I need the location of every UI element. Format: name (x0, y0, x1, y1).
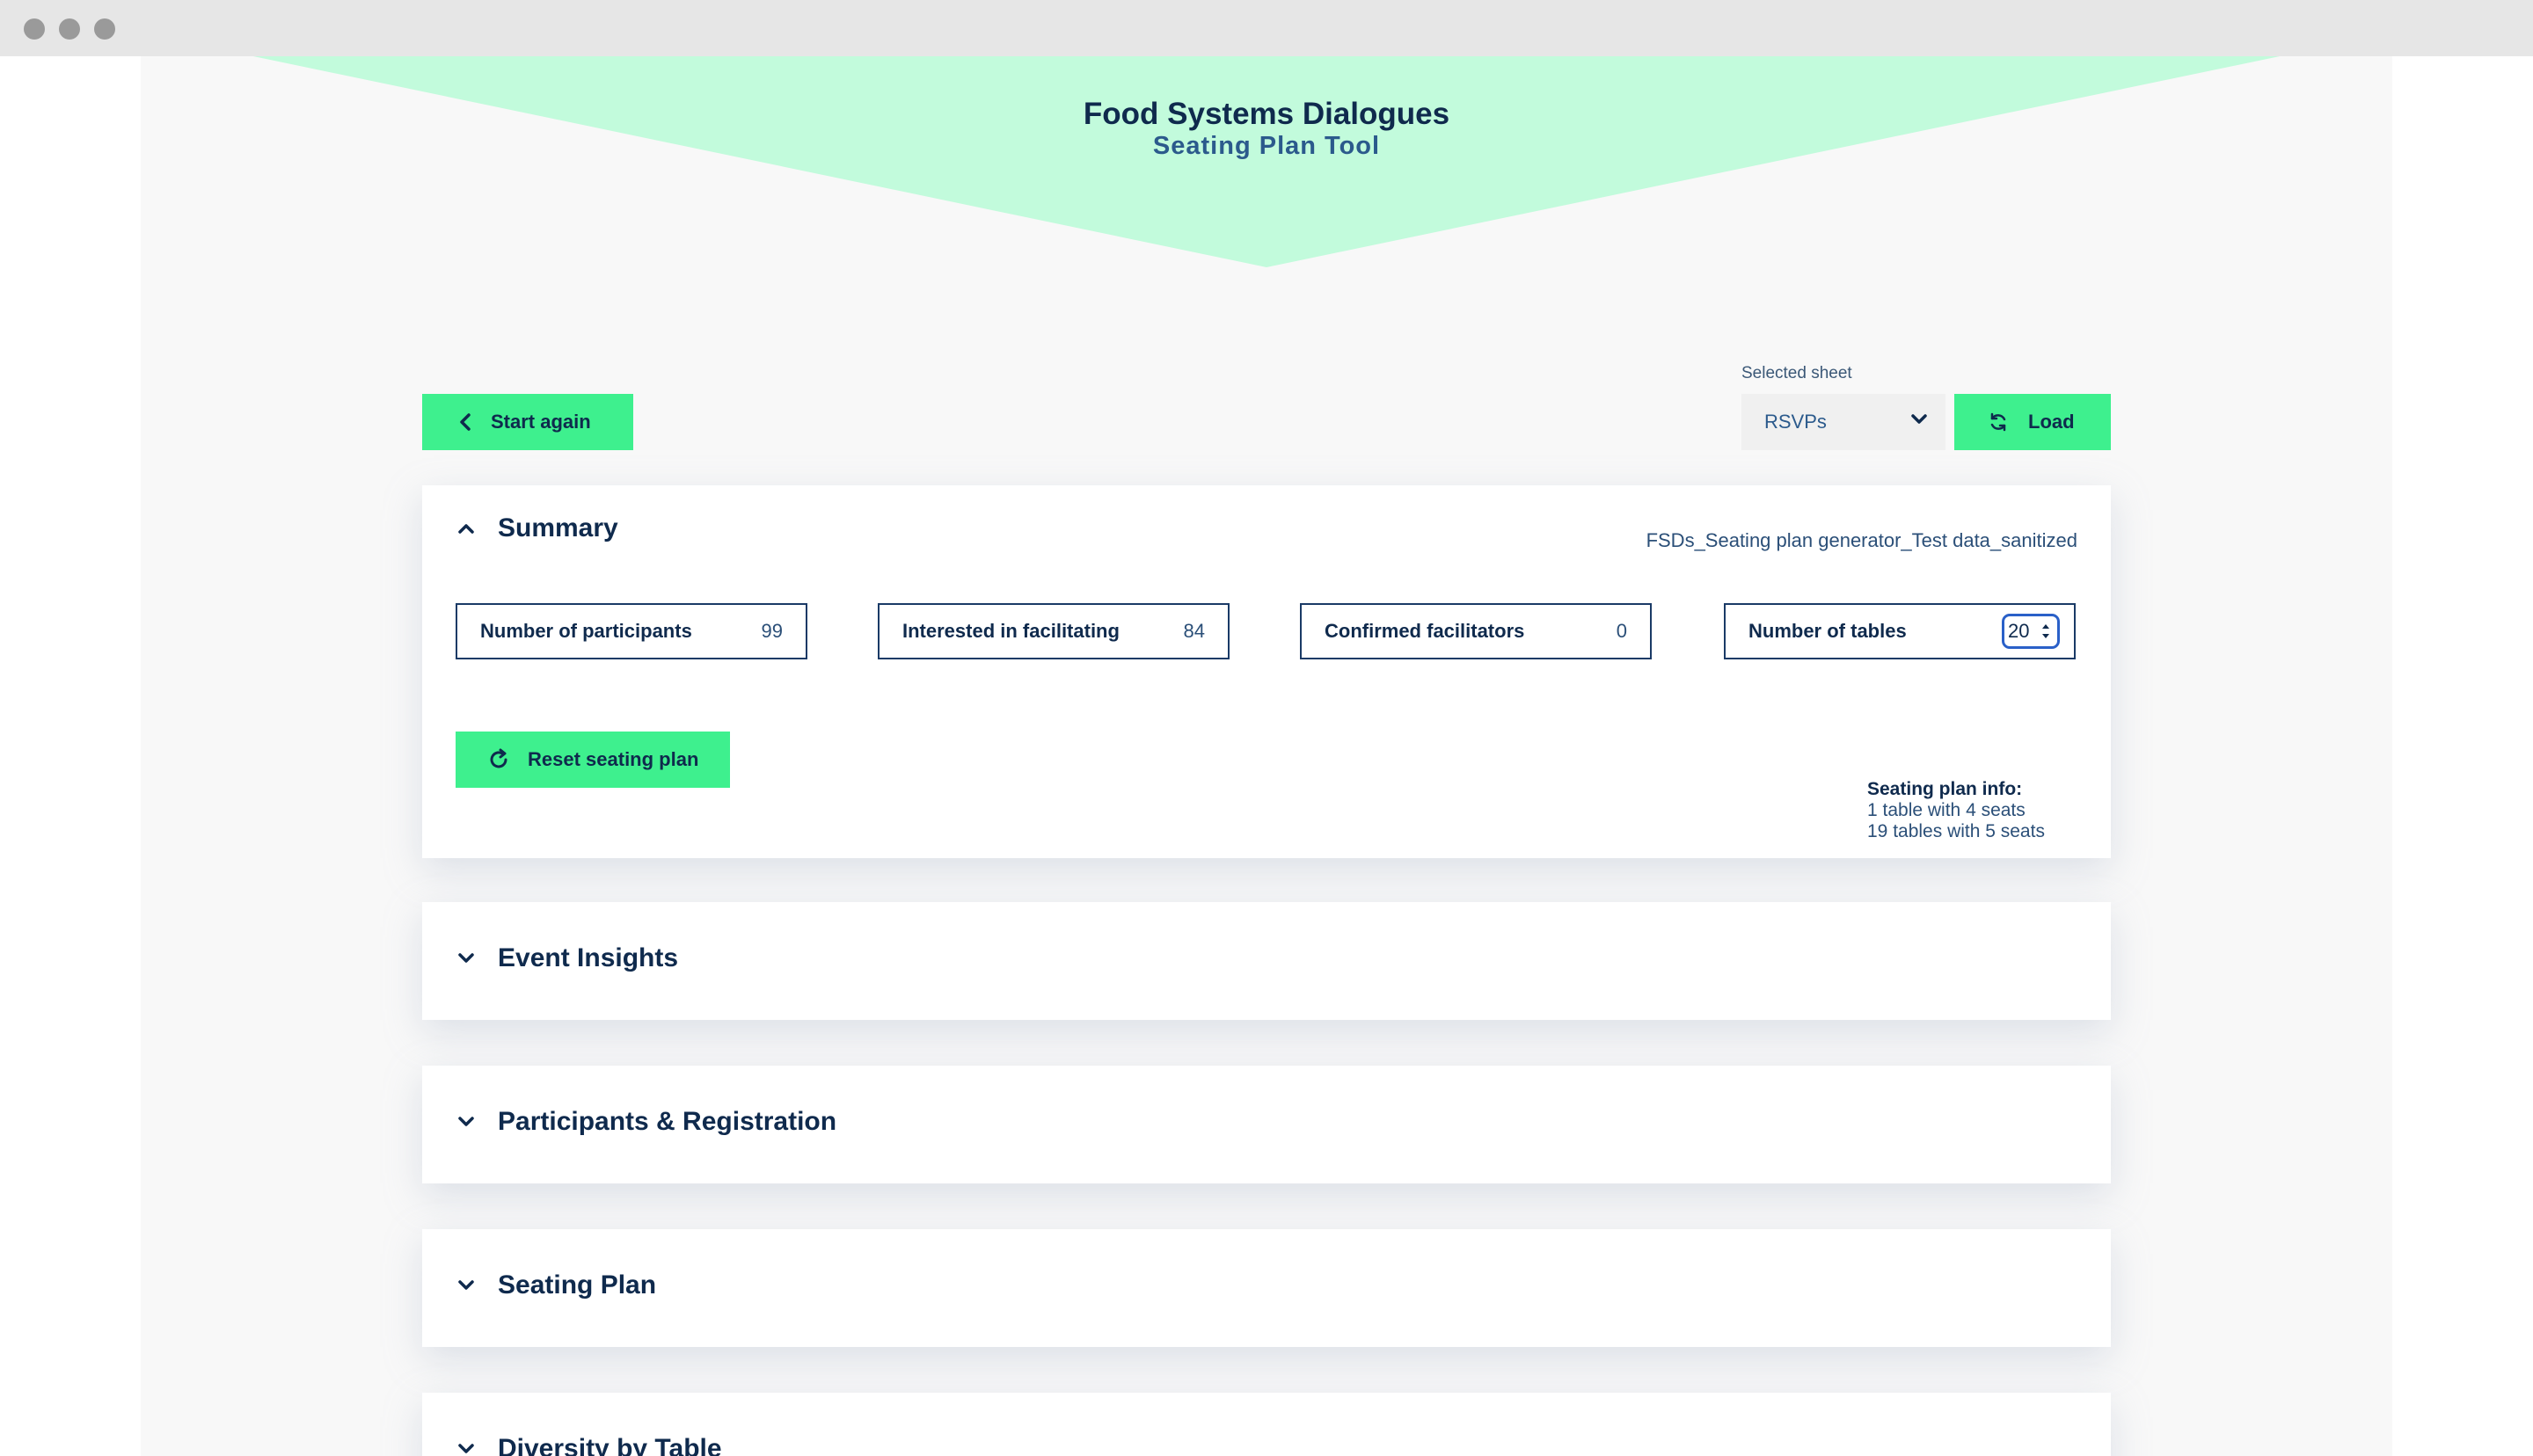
participants-registration-toggle[interactable]: Participants & Registration (457, 1107, 836, 1137)
browser-chrome (0, 0, 2533, 56)
diversity-by-table-toggle[interactable]: Diversity by Table (457, 1434, 722, 1456)
tables-number-value: 20 (2008, 620, 2030, 642)
seating-plan-info-heading: Seating plan info: (1867, 779, 2023, 799)
sheet-select-value: RSVPs (1764, 411, 1827, 433)
chevron-left-icon (460, 413, 471, 431)
chevron-down-icon (458, 1280, 474, 1290)
chevron-down-icon (458, 1444, 474, 1453)
refresh-icon (1990, 412, 2006, 432)
seating-plan-info-line: 1 table with 4 seats (1867, 800, 2026, 820)
reset-icon (490, 748, 507, 768)
page-title: Food Systems Dialogues (1083, 97, 1450, 131)
stat-value: 0 (1616, 620, 1627, 642)
diversity-by-table-panel: Diversity by Table (422, 1393, 2111, 1456)
sheet-select[interactable]: RSVPs (1741, 394, 1945, 450)
summary-panel: Summary FSDs_Seating plan generator_Test… (422, 485, 2111, 858)
selected-sheet-label: Selected sheet (1741, 364, 1852, 382)
participants-registration-panel: Participants & Registration (422, 1066, 2111, 1183)
seating-plan-info-line: 19 tables with 5 seats (1867, 821, 2045, 841)
stat-value: 99 (761, 620, 783, 642)
chevron-down-icon (1911, 414, 1927, 424)
section-title: Participants & Registration (498, 1107, 837, 1136)
seating-plan-info: Seating plan info: 1 table with 4 seats … (1867, 779, 2045, 842)
event-insights-toggle[interactable]: Event Insights (457, 943, 678, 973)
stat-confirmed-facilitators: Confirmed facilitators 0 (1300, 603, 1652, 659)
window-minimize-dot[interactable] (59, 18, 80, 40)
spinner-arrows-icon[interactable] (2040, 621, 2051, 642)
stat-label: Interested in facilitating (902, 620, 1120, 642)
file-name: FSDs_Seating plan generator_Test data_sa… (1646, 529, 2077, 551)
reset-seating-plan-button[interactable]: Reset seating plan (456, 732, 730, 788)
reset-seating-plan-label: Reset seating plan (528, 748, 699, 770)
event-insights-panel: Event Insights (422, 902, 2111, 1020)
stat-interested-facilitating: Interested in facilitating 84 (878, 603, 1230, 659)
seating-plan-panel: Seating Plan (422, 1229, 2111, 1347)
summary-toggle[interactable]: Summary (457, 513, 618, 543)
summary-title: Summary (498, 513, 618, 542)
section-title: Diversity by Table (498, 1434, 722, 1456)
chevron-down-icon (458, 953, 474, 963)
stat-participants: Number of participants 99 (456, 603, 807, 659)
stat-label: Number of tables (1748, 620, 1907, 642)
chevron-up-icon (458, 524, 474, 534)
load-label: Load (2028, 411, 2075, 433)
section-title: Event Insights (498, 943, 679, 972)
page: Food Systems Dialogues Seating Plan Tool… (141, 56, 2392, 1456)
stat-number-of-tables: Number of tables 20 (1724, 603, 2076, 659)
start-again-button[interactable]: Start again (422, 394, 633, 450)
section-title: Seating Plan (498, 1270, 657, 1299)
seating-plan-toggle[interactable]: Seating Plan (457, 1270, 656, 1300)
start-again-label: Start again (491, 411, 591, 433)
tables-number-input[interactable]: 20 (2002, 614, 2060, 649)
stat-label: Confirmed facilitators (1325, 620, 1525, 642)
header-banner (253, 56, 2280, 267)
window-maximize-dot[interactable] (94, 18, 115, 40)
stat-value: 84 (1183, 620, 1205, 642)
chevron-down-icon (458, 1117, 474, 1126)
page-subtitle: Seating Plan Tool (1152, 132, 1381, 160)
window-close-dot[interactable] (24, 18, 45, 40)
stat-label: Number of participants (480, 620, 692, 642)
load-button[interactable]: Load (1954, 394, 2111, 450)
